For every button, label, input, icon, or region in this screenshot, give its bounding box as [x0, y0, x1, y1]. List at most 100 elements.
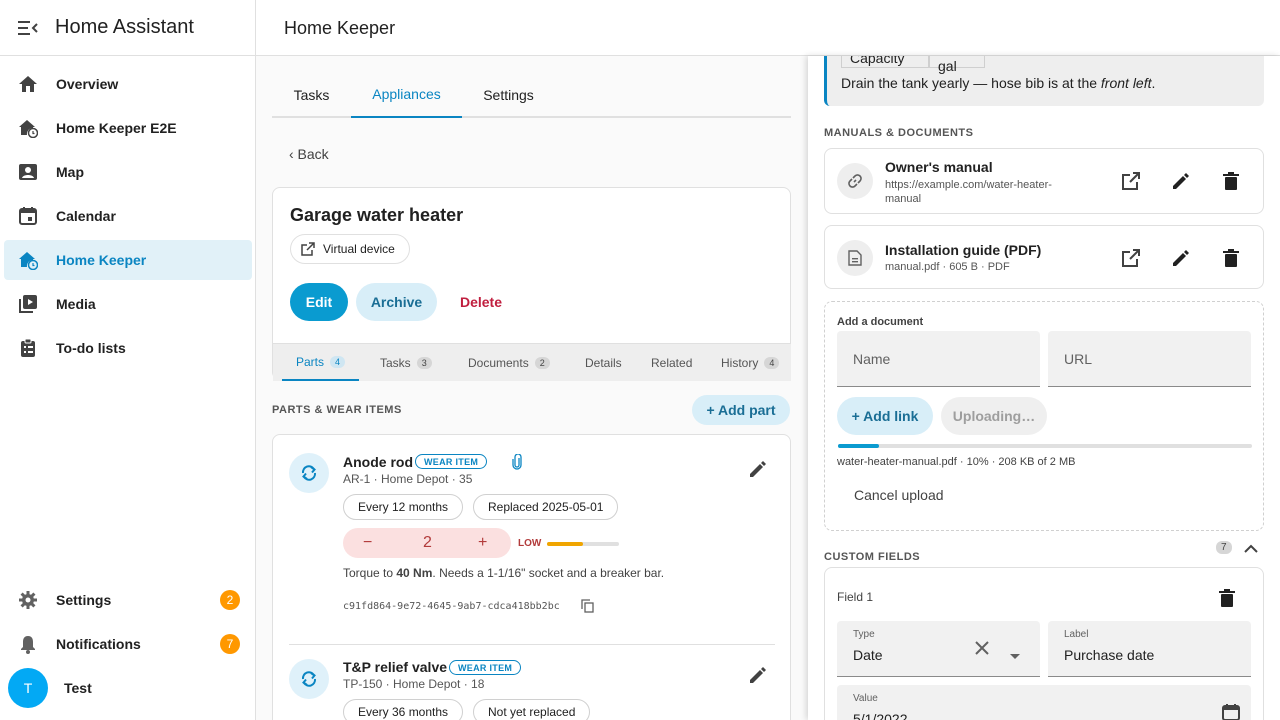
document-subtitle: manual.pdf · 605 B · PDF [885, 261, 1010, 273]
bell-icon [18, 634, 38, 654]
sidebar-item-calendar[interactable]: Calendar [4, 196, 252, 236]
edit-pencil-icon[interactable] [746, 663, 770, 687]
parts-card: Anode rod WEAR ITEM AR-1 · Home Depot · … [272, 434, 791, 720]
document-item[interactable]: Installation guide (PDF) manual.pdf · 60… [824, 225, 1264, 289]
label-field[interactable]: Label Purchase date [1048, 621, 1251, 677]
sidebar-item-label: Settings [56, 592, 112, 608]
open-external-icon[interactable] [1119, 246, 1143, 270]
back-link[interactable]: ‹ Back [289, 146, 329, 162]
part-name: T&P relief valve [343, 659, 448, 675]
trash-icon[interactable] [1219, 169, 1243, 193]
refresh-icon [289, 453, 329, 493]
increment-button[interactable]: + [478, 534, 487, 552]
subtab-details[interactable]: Details [585, 344, 622, 381]
page-title: Home Keeper [284, 18, 396, 38]
sidebar-item-overview[interactable]: Overview [4, 64, 252, 104]
subtab-count: 4 [764, 356, 780, 369]
add-link-button[interactable]: + Add link [837, 397, 933, 435]
document-url-field[interactable]: URL [1048, 331, 1251, 387]
subtab-documents[interactable]: Documents 2 [468, 344, 550, 381]
sidebar-item-map[interactable]: Map [4, 152, 252, 192]
replaced-chip: Not yet replaced [473, 699, 591, 720]
subtab-tasks[interactable]: Tasks 3 [380, 344, 432, 381]
menu-collapse-icon[interactable] [18, 18, 38, 38]
document-item[interactable]: Owner's manual https://example.com/water… [824, 148, 1264, 214]
sidebar-item-label: Media [56, 296, 96, 312]
custom-field-card: Field 1 Type Date Label Purchase date Va… [824, 567, 1264, 720]
calendar-icon [18, 206, 38, 226]
parts-section-title: PARTS & WEAR ITEMS [272, 404, 402, 416]
field-title: Field 1 [837, 590, 874, 604]
edit-pencil-icon[interactable] [1169, 246, 1193, 270]
media-icon [18, 294, 38, 314]
detail-panel: Capacity 50 gal Drain the tank yearly — … [808, 56, 1280, 720]
paperclip-icon[interactable] [511, 453, 523, 475]
sidebar-item-label: Map [56, 164, 84, 180]
type-label: Type [853, 629, 875, 640]
dropdown-arrow-icon[interactable] [1010, 646, 1020, 664]
sidebar-item-settings[interactable]: Settings 2 [4, 580, 252, 620]
gear-icon [18, 590, 38, 610]
chevron-up-icon[interactable] [1244, 541, 1258, 559]
upload-progress-text: water-heater-manual.pdf · 10% · 208 KB o… [837, 456, 1076, 468]
interval-chip: Every 12 months [343, 494, 464, 520]
edit-pencil-icon[interactable] [746, 457, 770, 481]
document-subtitle: https://example.com/water-heater-manual [885, 179, 1052, 205]
subtab-history[interactable]: History 4 [721, 344, 780, 381]
file-document-icon [837, 240, 873, 276]
copy-icon[interactable] [581, 599, 594, 618]
add-part-button[interactable]: + Add part [692, 395, 790, 425]
home-icon [18, 74, 38, 94]
clear-icon[interactable] [975, 641, 989, 660]
cancel-upload-button[interactable]: Cancel upload [854, 487, 944, 503]
quote-text: Drain the tank yearly — hose bib is at t… [841, 75, 1155, 91]
sidebar-item-notifications[interactable]: Notifications 7 [4, 624, 252, 664]
open-external-icon[interactable] [1119, 169, 1143, 193]
sidebar-item-home-keeper-e2e[interactable]: Home Keeper E2E [4, 108, 252, 148]
trash-icon[interactable] [1219, 246, 1243, 270]
sidebar-item-label: Calendar [56, 208, 116, 224]
type-select[interactable]: Type Date [837, 621, 1040, 677]
edit-button[interactable]: Edit [290, 283, 348, 321]
trash-icon[interactable] [1215, 586, 1239, 610]
notes-quote: Capacity 50 gal Drain the tank yearly — … [824, 56, 1264, 106]
tab-settings[interactable]: Settings [462, 72, 555, 118]
interval-chip: Every 36 months [343, 699, 464, 720]
edit-pencil-icon[interactable] [1169, 169, 1193, 193]
sidebar: Home Assistant Overview Home Keeper E2E … [0, 0, 256, 720]
value-field[interactable]: Value 5/1/2022 [837, 685, 1251, 720]
document-name-field[interactable]: Name [837, 331, 1040, 387]
avatar[interactable]: T [8, 668, 48, 708]
sidebar-item-home-keeper[interactable]: Home Keeper [4, 240, 252, 280]
upload-progress-bar [838, 444, 1252, 448]
top-bar: Home Keeper [256, 0, 1280, 56]
subtab-related[interactable]: Related [651, 344, 692, 381]
url-placeholder: URL [1064, 351, 1093, 367]
clipboard-list-icon [18, 338, 38, 358]
sidebar-item-todo[interactable]: To-do lists [4, 328, 252, 368]
document-title: Owner's manual [885, 159, 993, 175]
delete-button[interactable]: Delete [445, 283, 517, 321]
stock-level-bar [547, 542, 619, 546]
virtual-device-chip[interactable]: Virtual device [290, 234, 410, 264]
uploading-button: Uploading… [941, 397, 1047, 435]
spec-value: 50 gal [929, 56, 985, 74]
device-subtabs: Parts 4 Tasks 3 Documents 2 Details Related… [273, 343, 791, 381]
device-card: Garage water heater Virtual device Edit … [272, 187, 791, 381]
home-clock-icon [18, 118, 39, 139]
app-title: Home Assistant [55, 16, 194, 38]
subtab-parts[interactable]: Parts 4 [282, 344, 360, 381]
open-external-icon [301, 242, 315, 256]
tab-appliances[interactable]: Appliances [351, 72, 462, 118]
sidebar-item-media[interactable]: Media [4, 284, 252, 324]
sidebar-item-label: Home Keeper E2E [56, 120, 177, 136]
decrement-button[interactable]: − [363, 534, 372, 552]
quote-pre: Drain the tank yearly — hose bib is at t… [841, 75, 1101, 91]
subtab-count: 2 [534, 356, 550, 369]
label-label: Label [1064, 629, 1089, 640]
archive-button[interactable]: Archive [356, 283, 437, 321]
user-name[interactable]: Test [64, 680, 92, 696]
quantity-value: 2 [423, 534, 432, 551]
calendar-icon[interactable] [1222, 703, 1240, 720]
tab-tasks[interactable]: Tasks [272, 72, 351, 118]
